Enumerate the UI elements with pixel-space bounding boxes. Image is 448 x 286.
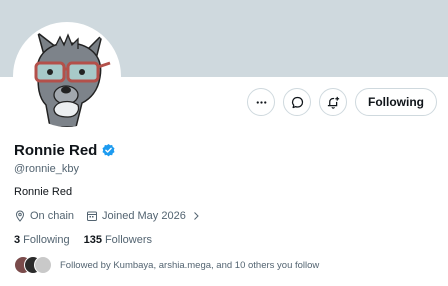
join-date-label: Joined May 2026 <box>102 210 186 222</box>
following-count-link[interactable]: 3 Following <box>14 234 70 246</box>
profile-bio: Ronnie Red <box>14 186 73 198</box>
calendar-icon <box>87 211 98 221</box>
location-label: On chain <box>30 210 75 222</box>
profile-avatar[interactable] <box>13 22 121 130</box>
chevron-right-icon <box>193 212 199 220</box>
join-date[interactable]: Joined May 2026 <box>86 210 202 222</box>
followers-count: 135 <box>83 234 102 246</box>
profile-handle: @ronnie_kby <box>14 163 79 175</box>
verified-badge-icon[interactable] <box>101 143 116 158</box>
avatar <box>34 256 52 274</box>
more-button[interactable] <box>247 88 275 116</box>
following-button[interactable]: Following <box>355 88 437 116</box>
followers-count-link[interactable]: 135 Followers <box>84 234 152 246</box>
profile-stats: 3 Following 135 Followers <box>14 234 152 246</box>
more-horizontal-icon <box>256 100 266 104</box>
display-name: Ronnie Red <box>14 142 98 159</box>
avatar-image <box>16 25 118 127</box>
profile-name-row: Ronnie Red <box>14 142 116 159</box>
followed-by[interactable]: Followed by Kumbaya, arshia.mega, and 10… <box>14 256 319 274</box>
following-count: 3 <box>14 234 21 246</box>
bell-plus-icon <box>327 96 339 109</box>
followers-label: Followers <box>104 234 153 246</box>
notifications-button[interactable] <box>319 88 347 116</box>
profile-actions: Following <box>247 88 437 116</box>
followed-by-avatars <box>14 256 52 274</box>
profile-meta: On chain Joined May 2026 <box>14 210 202 222</box>
message-bubble-icon <box>291 96 303 108</box>
location-pin-icon <box>15 210 25 222</box>
location: On chain <box>14 210 74 222</box>
message-button[interactable] <box>283 88 311 116</box>
followed-by-text: Followed by Kumbaya, arshia.mega, and 10… <box>60 259 320 271</box>
following-label: Following <box>23 234 70 246</box>
